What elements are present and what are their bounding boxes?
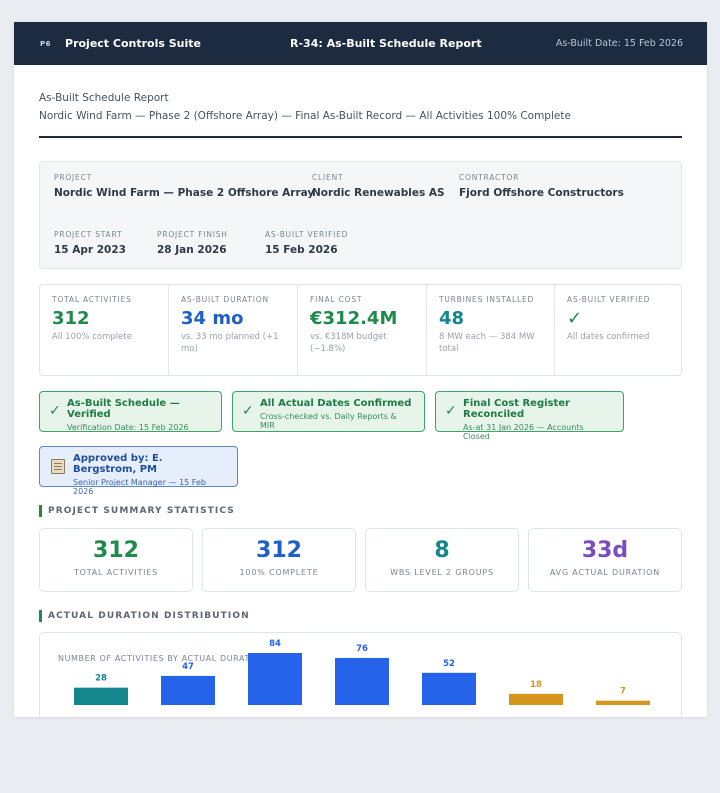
contractor-field: CONTRACTOR Fjord Offshore Constructors (459, 173, 624, 199)
bar-value-label: 84 (269, 639, 281, 649)
kpi-strip: TOTAL ACTIVITIES 312 All 100% complete A… (39, 284, 682, 376)
kpi-label: AS-BUILT DURATION (181, 295, 269, 304)
stat-label: AVG ACTUAL DURATION (549, 568, 661, 577)
badge-title: Approved by: E. Bergstrom, PM (73, 453, 163, 475)
verified-label: AS-BUILT VERIFIED (265, 230, 349, 239)
chart-bar (248, 653, 302, 705)
contractor-value: Fjord Offshore Constructors (459, 187, 624, 199)
report-title: R-34: As-Built Schedule Report (290, 37, 482, 50)
checkmark-icon: ✓ (567, 308, 583, 329)
badge-cost-reconciled: ✓ Final Cost Register Reconciled As-at 3… (435, 391, 624, 441)
report-window: P6 Project Controls Suite R-34: As-Built… (14, 22, 707, 717)
kpi-sub: 8 MW each — 384 MW total (439, 332, 535, 354)
chart-bar (161, 675, 215, 705)
bar-value-label: 76 (356, 644, 368, 654)
stat-card: 33d AVG ACTUAL DURATION (528, 528, 682, 592)
badge-sub: Verification Date: 15 Feb 2026 (67, 423, 189, 432)
kpi-value: €312.4M (310, 308, 398, 329)
kpi-sub: All dates confirmed (567, 332, 650, 342)
book-icon (51, 459, 65, 474)
app-header: P6 Project Controls Suite R-34: As-Built… (14, 22, 707, 65)
bar-value-label: 52 (443, 659, 455, 669)
bar-value-label: 28 (95, 674, 107, 684)
page-subtitle: Nordic Wind Farm — Phase 2 (Offshore Arr… (39, 110, 571, 122)
verified-value: 15 Feb 2026 (265, 244, 338, 256)
check-icon: ✓ (49, 403, 61, 419)
bar-value-label: 47 (182, 662, 194, 672)
project-value: Nordic Wind Farm — Phase 2 Offshore Arra… (54, 187, 315, 199)
finish-label: PROJECT FINISH (157, 230, 228, 239)
chart-bar (74, 687, 128, 705)
section-title-summary: PROJECT SUMMARY STATISTICS (39, 505, 682, 517)
chart-bar (596, 700, 650, 705)
verified-field: AS-BUILT VERIFIED 15 Feb 2026 (265, 230, 348, 256)
kpi-label: FINAL COST (310, 295, 363, 304)
stat-value: 312 (256, 538, 302, 563)
badge-sub: Cross-checked vs. Daily Reports & MIR (260, 412, 397, 430)
finish-value: 28 Jan 2026 (157, 244, 227, 256)
page-title: As-Built Schedule Report (39, 92, 169, 104)
badge-schedule-verified: ✓ As-Built Schedule — Verified Verificat… (39, 391, 222, 432)
project-field: PROJECT Nordic Wind Farm — Phase 2 Offsh… (54, 173, 314, 199)
kpi-sub: vs. 33 mo planned (+1 mo) (181, 332, 279, 354)
stat-card: 8 WBS LEVEL 2 GROUPS (365, 528, 519, 592)
kpi-final-cost: FINAL COST €312.4M vs. €318M budget (−1.… (298, 285, 427, 375)
status-badges: ✓ As-Built Schedule — Verified Verificat… (39, 391, 682, 496)
start-field: PROJECT START 15 Apr 2023 (54, 230, 126, 256)
bar-value-label: 18 (530, 680, 542, 690)
badge-title: All Actual Dates Confirmed (260, 398, 412, 409)
start-value: 15 Apr 2023 (54, 244, 126, 256)
stat-label: 100% COMPLETE (239, 568, 319, 577)
duration-bar-chart: NUMBER OF ACTIVITIES BY ACTUAL DURATION … (58, 639, 650, 705)
stat-value: 312 (93, 538, 139, 563)
start-label: PROJECT START (54, 230, 123, 239)
stat-value: 8 (434, 538, 450, 563)
client-label: CLIENT (312, 173, 344, 182)
kpi-label: AS-BUILT VERIFIED (567, 295, 651, 304)
badge-dates-confirmed: ✓ All Actual Dates Confirmed Cross-check… (232, 391, 425, 432)
chart-bar (335, 657, 389, 705)
divider (39, 136, 682, 138)
kpi-value: 34 mo (181, 308, 244, 329)
kpi-turbines: TURBINES INSTALLED 48 8 MW each — 384 MW… (427, 285, 555, 375)
summary-stats: 312 TOTAL ACTIVITIES 312 100% COMPLETE 8… (39, 528, 682, 592)
stat-card: 312 TOTAL ACTIVITIES (39, 528, 193, 592)
finish-field: PROJECT FINISH 28 Jan 2026 (157, 230, 228, 256)
client-field: CLIENT Nordic Renewables AS (312, 173, 445, 199)
client-value: Nordic Renewables AS (312, 187, 445, 199)
kpi-verified: AS-BUILT VERIFIED ✓ All dates confirmed (555, 285, 681, 375)
stat-card: 312 100% COMPLETE (202, 528, 356, 592)
project-label: PROJECT (54, 173, 93, 182)
app-logo: P6 (40, 39, 52, 48)
stat-label: TOTAL ACTIVITIES (73, 568, 159, 577)
badge-title: As-Built Schedule — Verified (67, 398, 180, 420)
chart-bar (422, 672, 476, 705)
section-title-distribution: ACTUAL DURATION DISTRIBUTION (39, 610, 682, 622)
check-icon: ✓ (242, 403, 254, 419)
kpi-duration: AS-BUILT DURATION 34 mo vs. 33 mo planne… (169, 285, 298, 375)
badge-sub: Senior Project Manager — 15 Feb 2026 (73, 478, 206, 496)
kpi-total-activities: TOTAL ACTIVITIES 312 All 100% complete (40, 285, 169, 375)
project-info-panel: PROJECT Nordic Wind Farm — Phase 2 Offsh… (39, 161, 682, 269)
badge-sub: As-at 31 Jan 2026 — Accounts Closed (463, 423, 584, 441)
suite-name: Project Controls Suite (65, 37, 201, 50)
contractor-label: CONTRACTOR (459, 173, 520, 182)
kpi-value: 48 (439, 308, 465, 329)
check-icon: ✓ (445, 403, 457, 419)
kpi-value: 312 (52, 308, 90, 329)
kpi-label: TURBINES INSTALLED (439, 295, 535, 304)
kpi-sub: All 100% complete (52, 332, 132, 342)
stat-label: WBS LEVEL 2 GROUPS (390, 568, 494, 577)
kpi-sub: vs. €318M budget (−1.8%) (310, 332, 387, 354)
header-date: As-Built Date: 15 Feb 2026 (555, 38, 683, 49)
badge-approved: Approved by: E. Bergstrom, PM Senior Pro… (39, 446, 238, 496)
bar-value-label: 7 (620, 687, 626, 697)
duration-chart-panel: NUMBER OF ACTIVITIES BY ACTUAL DURATION … (39, 632, 682, 717)
kpi-label: TOTAL ACTIVITIES (52, 295, 132, 304)
stat-value: 33d (581, 538, 629, 563)
chart-bar (509, 693, 563, 705)
badge-title: Final Cost Register Reconciled (463, 398, 570, 420)
